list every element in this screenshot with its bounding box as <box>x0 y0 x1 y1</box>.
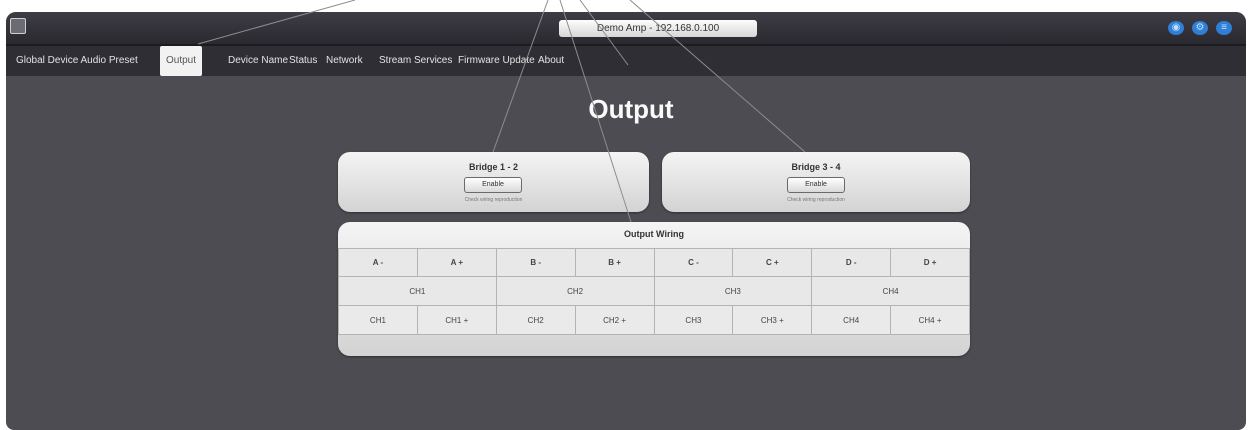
page-title: Output <box>588 94 674 124</box>
terminal-cell: D - <box>811 248 892 277</box>
signal-cell-negative: CH2 <box>495 305 576 335</box>
terminal-cell: C + <box>732 248 813 277</box>
terminal-cell: A - <box>338 248 418 277</box>
signal-cell-positive: CH4 + <box>890 305 970 335</box>
tab-stream-services[interactable]: Stream Services <box>379 46 452 76</box>
bridge-3-4-enable-button[interactable]: Enable <box>787 177 845 193</box>
channel-cell: CH3 <box>653 276 813 306</box>
terminal-cell: D + <box>890 248 970 277</box>
settings-icon[interactable]: ⚙ <box>1192 21 1208 35</box>
channel-cell: CH1 <box>338 276 497 306</box>
channel-row: CH1 CH2 CH3 CH4 <box>338 276 970 306</box>
signal-cell-positive: CH2 + <box>574 305 655 335</box>
tab-global-device-audio-preset[interactable]: Global Device Audio Preset <box>16 46 138 76</box>
titlebar-icons: ◉ ⚙ ≡ <box>1168 21 1232 35</box>
tab-about[interactable]: About <box>538 46 564 76</box>
signal-cell-positive: CH1 + <box>416 305 497 335</box>
signal-cell-negative: CH4 <box>811 305 892 335</box>
bridge-note: Check wiring reproduction <box>464 197 523 203</box>
bridge-note: Check wiring reproduction <box>787 197 845 203</box>
tab-firmware-update[interactable]: Firmware Update <box>458 46 535 76</box>
terminal-row: A - A + B - B + C - C + D - D + <box>338 248 970 277</box>
output-wiring-title: Output Wiring <box>624 229 684 239</box>
menu-icon[interactable]: ≡ <box>1216 21 1232 35</box>
tab-network[interactable]: Network <box>326 46 363 76</box>
signal-cell-positive: CH3 + <box>732 305 813 335</box>
title-bar: Demo Amp - 192.168.0.100 ◉ ⚙ ≡ <box>6 12 1246 46</box>
bridge-title: Bridge 1 - 2 <box>468 162 518 172</box>
terminal-cell: B + <box>574 248 655 277</box>
terminal-cell: A + <box>416 248 497 277</box>
channel-cell: CH4 <box>811 276 970 306</box>
tab-device-name[interactable]: Device Name <box>228 46 288 76</box>
window-title: Demo Amp - 192.168.0.100 <box>559 20 757 37</box>
terminal-cell: C - <box>653 248 734 277</box>
app-window: Demo Amp - 192.168.0.100 ◉ ⚙ ≡ Global De… <box>6 12 1246 430</box>
channel-cell: CH2 <box>495 276 655 306</box>
bridge-card-3-4: Bridge 3 - 4 Enable Check wiring reprodu… <box>662 152 970 212</box>
bridge-title: Bridge 3 - 4 <box>791 162 841 172</box>
signal-cell-negative: CH1 <box>338 305 418 335</box>
bridge-card-1-2: Bridge 1 - 2 Enable Check wiring reprodu… <box>338 152 649 212</box>
output-wiring-table: A - A + B - B + C - C + D - D + CH1 CH2 … <box>338 248 970 335</box>
tab-status[interactable]: Status <box>289 46 317 76</box>
terminal-cell: B - <box>495 248 576 277</box>
tab-output[interactable]: Output <box>160 46 202 76</box>
bridge-1-2-enable-button[interactable]: Enable <box>464 177 522 193</box>
output-wiring-panel: Output Wiring A - A + B - B + C - C + D … <box>338 222 970 356</box>
signal-cell-negative: CH3 <box>653 305 734 335</box>
tab-bar: Global Device Audio Preset Output Device… <box>6 46 1246 76</box>
signal-row: CH1 CH1 + CH2 CH2 + CH3 CH3 + CH4 CH4 + <box>338 305 970 335</box>
wifi-icon[interactable]: ◉ <box>1168 21 1184 35</box>
app-icon[interactable] <box>10 18 26 34</box>
